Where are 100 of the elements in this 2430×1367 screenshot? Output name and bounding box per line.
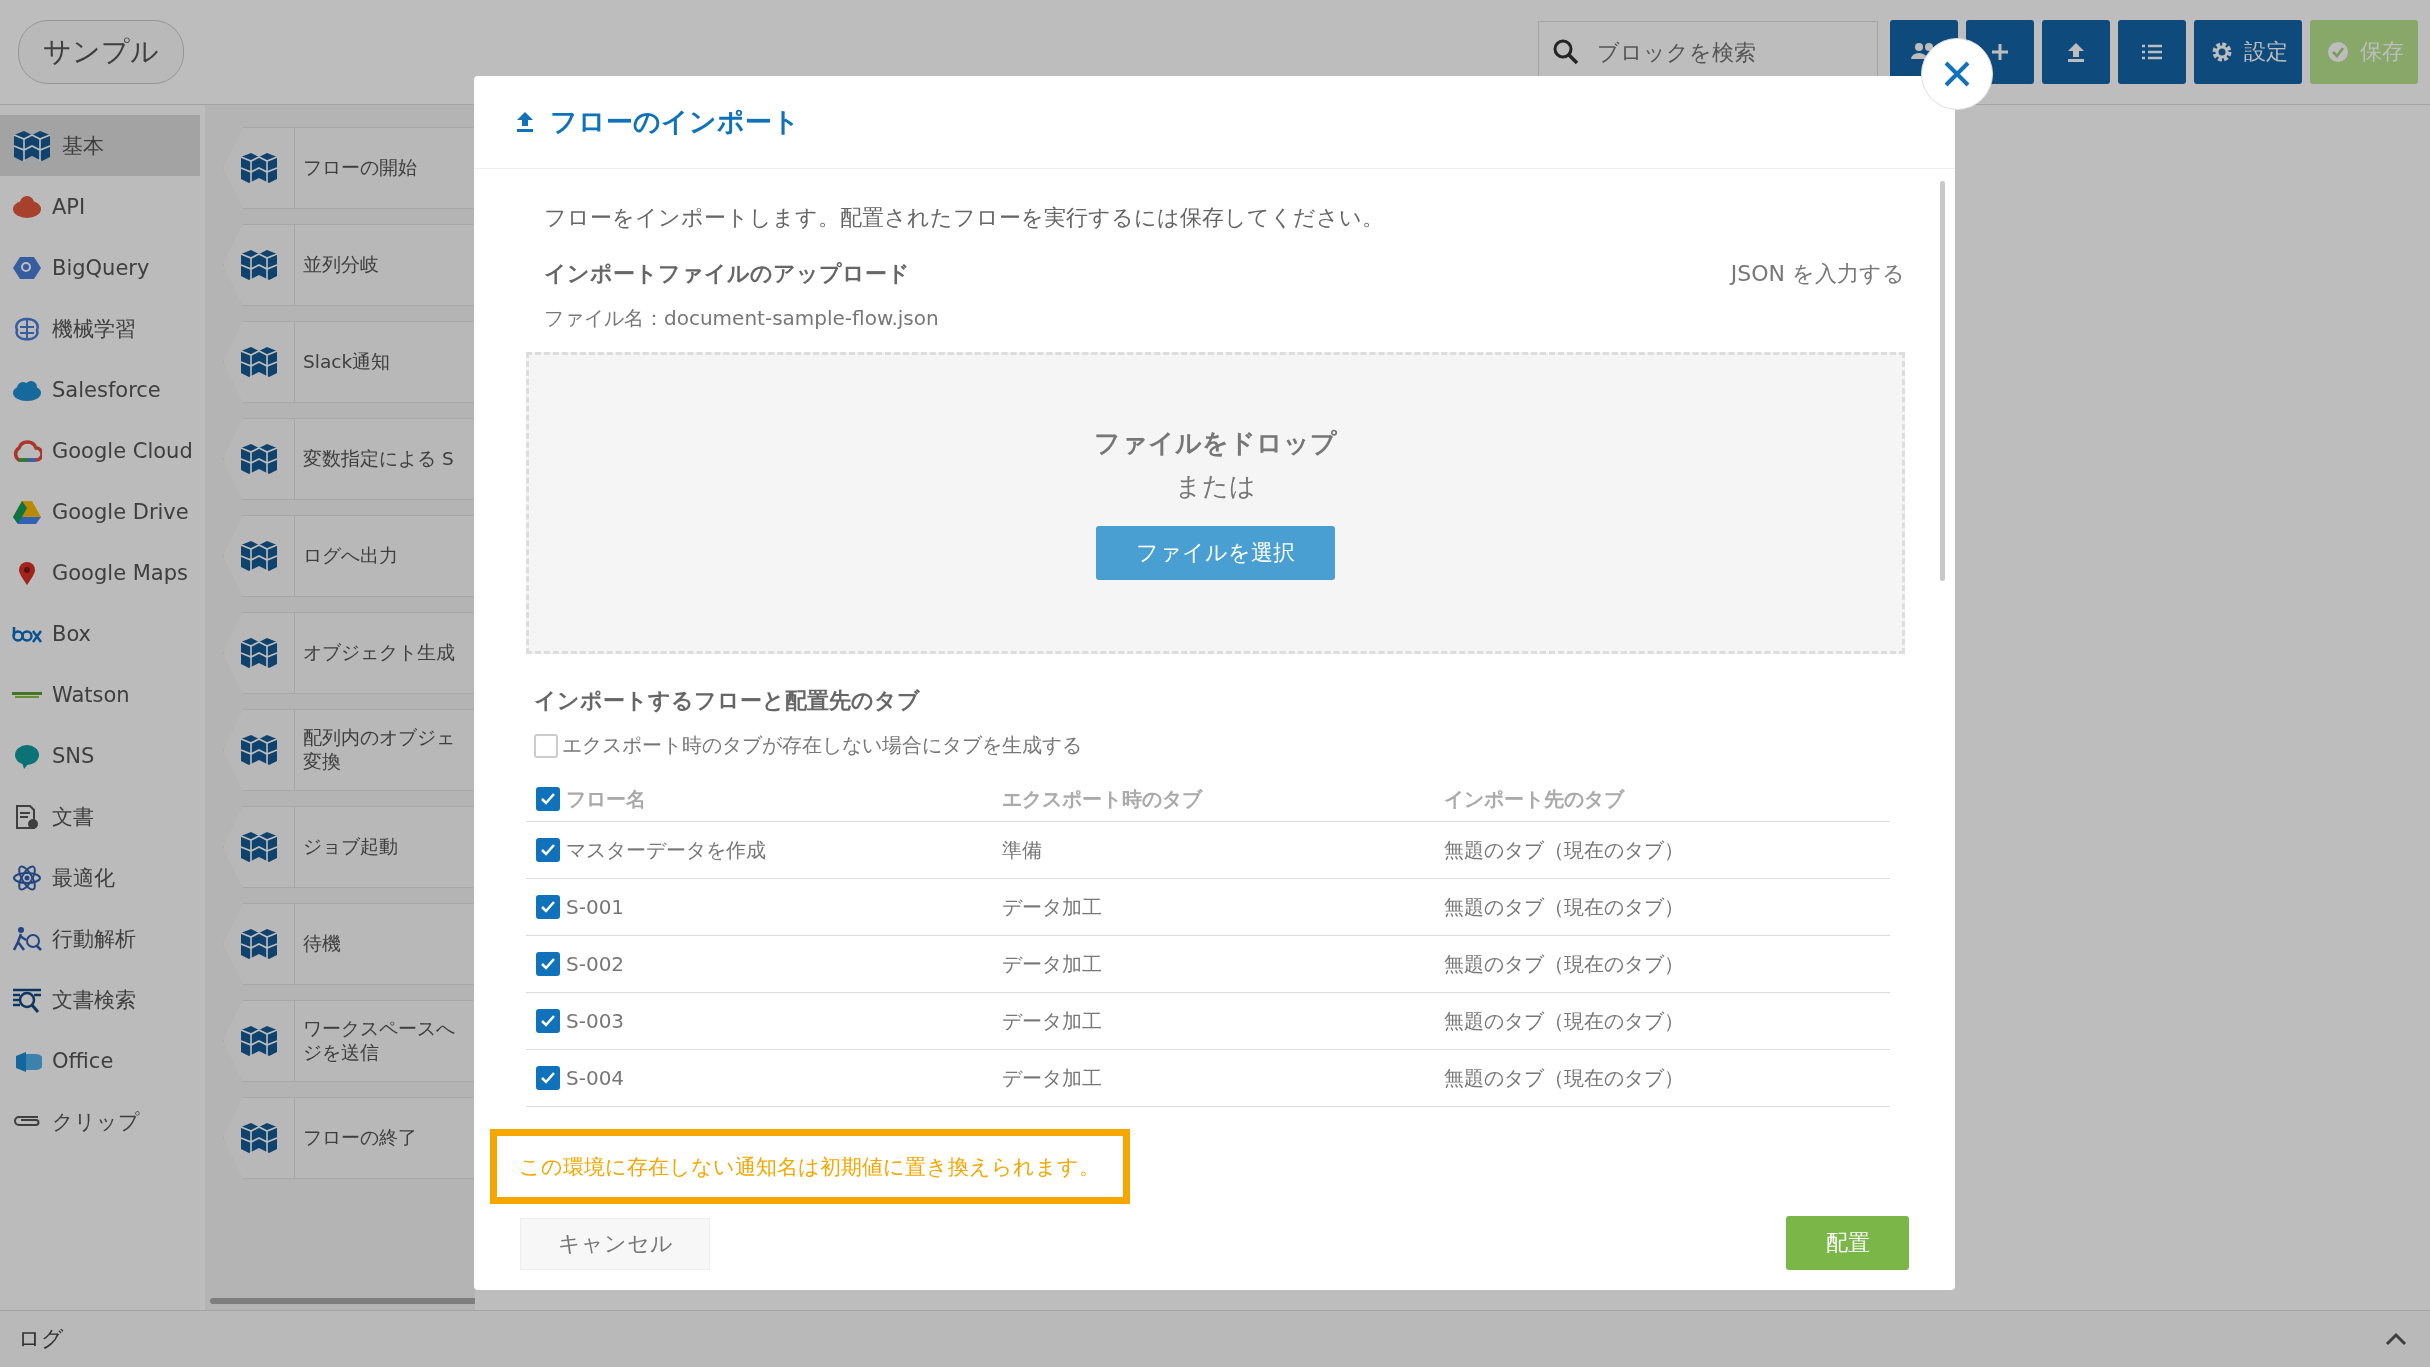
sidebar-item[interactable]: Google Cloud [0, 420, 200, 481]
column-header: エクスポート時のタブ [1002, 786, 1202, 811]
flow-block[interactable]: 配列内のオブジェ 変換 [223, 709, 475, 791]
cube-icon [12, 128, 52, 163]
checkbox-label[interactable]: エクスポート時のタブが存在しない場合にタブを生成する [562, 732, 1082, 759]
sidebar-item[interactable]: 最適化 [0, 847, 200, 908]
sidebar-item[interactable]: Watson [0, 664, 200, 725]
section-heading: インポートファイルのアップロード [544, 260, 910, 288]
sidebar-item[interactable]: 基本 [0, 115, 200, 176]
check-icon [540, 792, 556, 806]
settings-button[interactable]: 設定 [2194, 20, 2302, 84]
chat-bubble-icon [12, 742, 42, 769]
block-icon [239, 151, 279, 185]
check-icon [540, 900, 556, 914]
check-icon [540, 957, 556, 971]
sidebar-item[interactable]: Google Maps [0, 542, 200, 603]
block-icon [239, 927, 279, 961]
flow-block[interactable]: Slack通知 [223, 321, 475, 403]
table-cell: 無題のタブ（現在のタブ） [1444, 1065, 1684, 1090]
drop-zone[interactable]: ファイルをドロップ または ファイルを選択 [526, 352, 1905, 654]
block-label: ジョブ起動 [303, 834, 398, 859]
block-icon [239, 539, 279, 573]
table-cell: 無題のタブ（現在のタブ） [1444, 894, 1684, 919]
table-cell: 無題のタブ（現在のタブ） [1444, 951, 1684, 976]
block-icon [239, 830, 279, 864]
check-icon [540, 1014, 556, 1028]
log-label[interactable]: ログ [18, 1324, 64, 1354]
flow-block[interactable]: フローの終了 [223, 1097, 475, 1179]
sidebar-item[interactable]: BigQuery [0, 237, 200, 298]
json-input-link[interactable]: JSON を入力する [1730, 259, 1905, 289]
flow-block[interactable]: フローの開始 [223, 127, 475, 209]
checkbox[interactable] [536, 1009, 560, 1033]
hexagon-icon [12, 254, 42, 281]
block-icon [239, 248, 279, 282]
sidebar-item[interactable]: 機械学習 [0, 298, 200, 359]
chevron-up-icon[interactable] [2384, 1331, 2408, 1347]
table-cell: 無題のタブ（現在のタブ） [1444, 837, 1684, 862]
block-icon [239, 1024, 279, 1058]
sidebar-item[interactable]: Box [0, 603, 200, 664]
file-name: ファイル名：document-sample-flow.json [544, 305, 940, 332]
table-cell: データ加工 [1002, 1008, 1102, 1033]
document-search-icon [12, 986, 42, 1013]
table-cell: 準備 [1002, 837, 1042, 862]
table-cell: S-004 [566, 1066, 625, 1090]
select-all-checkbox[interactable] [536, 787, 560, 811]
block-label: Slack通知 [303, 349, 391, 374]
walking-figure-icon [12, 925, 42, 952]
choose-file-button[interactable]: ファイルを選択 [1096, 526, 1335, 580]
block-label: フローの終了 [303, 1125, 417, 1150]
block-label: フローの開始 [303, 155, 417, 180]
scrollbar[interactable] [1940, 181, 1945, 581]
upload-button[interactable] [2042, 20, 2110, 84]
block-label: 変換 [303, 750, 342, 774]
dialog-title: フローのインポート [550, 105, 800, 139]
checkbox[interactable] [536, 895, 560, 919]
logo-icon [12, 691, 42, 698]
or-label: または [1175, 470, 1256, 503]
sidebar-item[interactable]: クリップ [0, 1091, 200, 1152]
cloud-icon [12, 193, 42, 220]
flow-block[interactable]: 並列分岐 [223, 224, 475, 306]
block-label: 配列内のオブジェ [303, 725, 455, 750]
block-label: 待機 [303, 931, 341, 956]
block-label: ワークスペースへ [303, 1016, 455, 1041]
block-icon [239, 442, 279, 476]
cancel-button[interactable]: キャンセル [520, 1218, 710, 1270]
project-title[interactable]: サンプル [18, 20, 184, 84]
cloud-icon [12, 437, 42, 464]
close-icon [1942, 59, 1972, 89]
flow-block[interactable]: ログへ出力 [223, 515, 475, 597]
block-icon [239, 733, 279, 767]
checkbox[interactable] [536, 952, 560, 976]
sidebar-item[interactable]: 行動解析 [0, 908, 200, 969]
sidebar-item[interactable]: API [0, 176, 200, 237]
upload-icon [514, 110, 536, 134]
flow-block[interactable]: 変数指定による S [223, 418, 475, 500]
block-label: オブジェクト生成 [303, 640, 455, 665]
brain-icon [12, 315, 42, 342]
check-icon [540, 1071, 556, 1085]
sidebar-item[interactable]: 文書 [0, 786, 200, 847]
sidebar-item[interactable]: Office [0, 1030, 200, 1091]
list-button[interactable] [2118, 20, 2186, 84]
column-header: インポート先のタブ [1444, 786, 1624, 811]
block-label: ジを送信 [303, 1041, 380, 1065]
paperclip-icon [12, 1115, 42, 1128]
sidebar-item[interactable]: Salesforce [0, 359, 200, 420]
sidebar-item[interactable]: SNS [0, 725, 200, 786]
check-icon [540, 843, 556, 857]
flow-block[interactable]: 待機 [223, 903, 475, 985]
column-header: フロー名 [566, 785, 646, 813]
checkbox[interactable] [536, 1066, 560, 1090]
sidebar-item[interactable]: Google Drive [0, 481, 200, 542]
flow-block[interactable]: ワークスペースへ ジを送信 [223, 1000, 475, 1082]
block-icon [239, 345, 279, 379]
flow-block[interactable]: ジョブ起動 [223, 806, 475, 888]
notice-text: この環境に存在しない通知名は初期値に置き換えられます。 [490, 1129, 1130, 1204]
checkbox[interactable] [536, 838, 560, 862]
section-heading: インポートするフローと配置先のタブ [534, 687, 921, 715]
flow-block[interactable]: オブジェクト生成 [223, 612, 475, 694]
sidebar-item[interactable]: 文書検索 [0, 969, 200, 1030]
table-cell: データ加工 [1002, 951, 1102, 976]
